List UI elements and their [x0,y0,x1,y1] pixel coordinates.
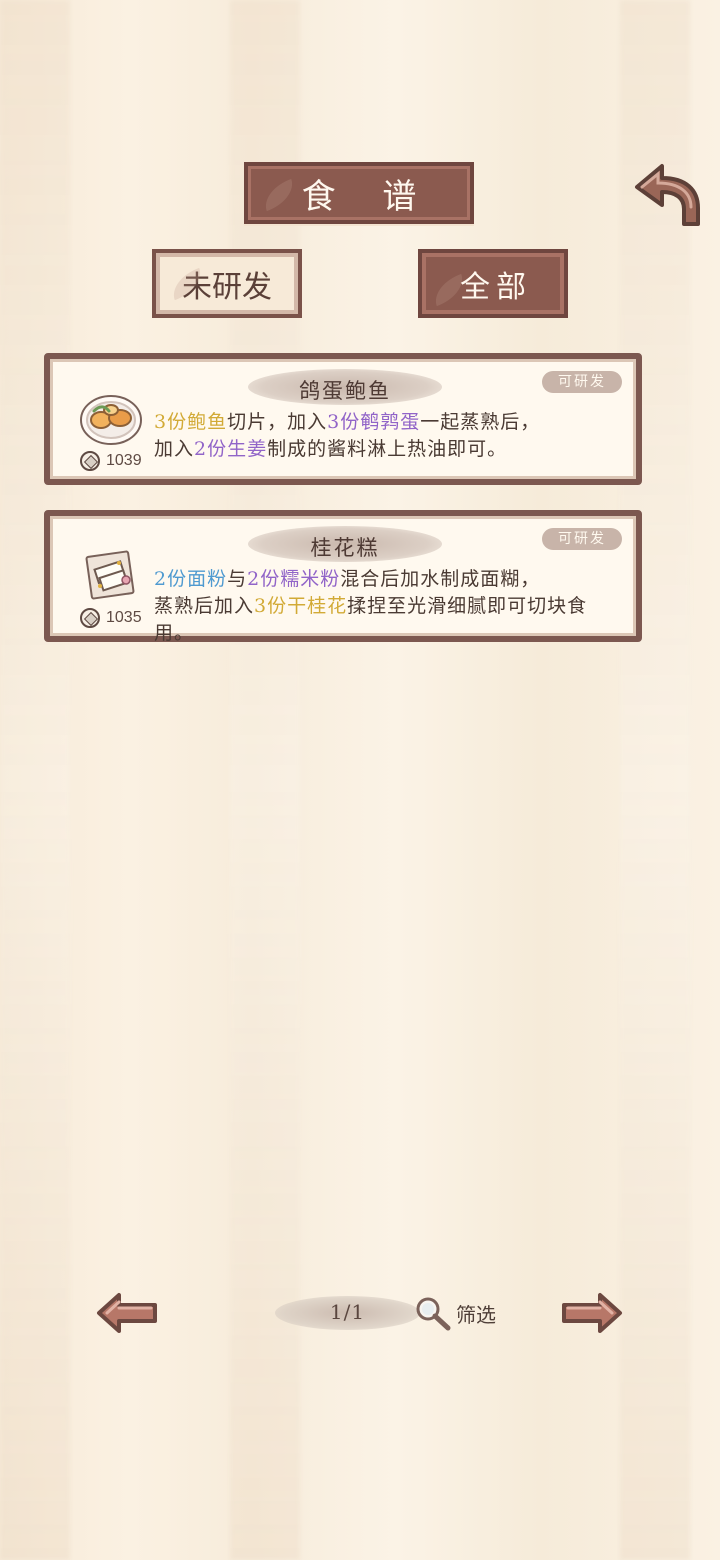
recipe-description: 3份鲍鱼切片，加入3份鹌鹑蛋一起蒸熟后， 加入2份生姜制成的酱料淋上热油即可。 [154,409,608,463]
status-badge: 可研发 [542,371,622,393]
recipe-card-osmanthus-cake[interactable]: 桂花糕 可研发 2份面粉与2份糯米粉混合后加水制成面糊， 蒸熟后加入3份干桂花揉… [44,510,642,644]
ingredient-flour: 2份面粉 [154,568,228,590]
recipe-cost: 1039 [106,452,142,469]
description-text: 混合后加水制成面糊， [340,568,541,590]
ingredient-glutinous-rice-flour: 2份糯米粉 [247,568,341,590]
status-badge: 可研发 [542,528,622,550]
osmanthus-cake-icon [85,550,135,600]
tab-all-label: 全部 [460,269,532,305]
description-text: 一起蒸熟后， [420,411,541,433]
cost-row: 1035 [80,607,142,629]
recipe-title: 鸽蛋鲍鱼 [299,379,391,403]
ingredient-ginger: 2份生姜 [194,438,268,460]
next-page-button[interactable] [560,1290,624,1336]
recipe-cost: 1035 [106,609,142,626]
description-text: 加入 [154,438,195,460]
coin-icon [80,608,100,628]
ingredient-quail-egg: 3份鹌鹑蛋 [327,411,421,433]
recipe-card-abalone[interactable]: 鸽蛋鲍鱼 可研发 3份鲍鱼切片，加入3份鹌鹑蛋一起蒸熟后， 加入2份生姜制成的酱… [44,353,642,485]
magnifier-icon [416,1297,451,1331]
tab-all[interactable]: 全部 [418,249,568,318]
previous-page-button[interactable] [95,1290,159,1336]
description-text: 与 [227,568,248,590]
back-button[interactable] [628,160,704,230]
cost-row: 1039 [80,450,142,472]
page-indicator: 1/1 [329,1300,366,1324]
description-text: 切片，加入 [227,411,328,433]
back-arrow-icon [635,164,700,226]
recipe-title-wrap: 鸽蛋鲍鱼 [248,369,442,405]
description-text: 蒸熟后加入 [154,595,255,617]
tab-undeveloped[interactable]: 未研发 [152,249,302,318]
coin-icon [80,451,100,471]
ingredient-dried-osmanthus: 3份干桂花 [254,595,348,617]
recipe-title: 桂花糕 [310,536,380,560]
left-arrow-icon [97,1293,157,1333]
ingredient-abalone: 3份鲍鱼 [154,411,228,433]
page-title: 食 谱 [301,176,435,217]
recipe-title-wrap: 桂花糕 [248,526,442,562]
abalone-dish-icon [80,395,142,445]
filter-button[interactable]: 筛选 [414,1295,496,1331]
description-text: 制成的酱料淋上热油即可。 [267,438,508,460]
right-arrow-icon [562,1293,622,1333]
title-banner: 食 谱 [244,162,474,224]
page-indicator-wrap: 1/1 [275,1296,420,1330]
recipe-description: 2份面粉与2份糯米粉混合后加水制成面糊， 蒸熟后加入3份干桂花揉捏至光滑细腻即可… [154,566,608,647]
filter-label: 筛选 [456,1302,496,1327]
